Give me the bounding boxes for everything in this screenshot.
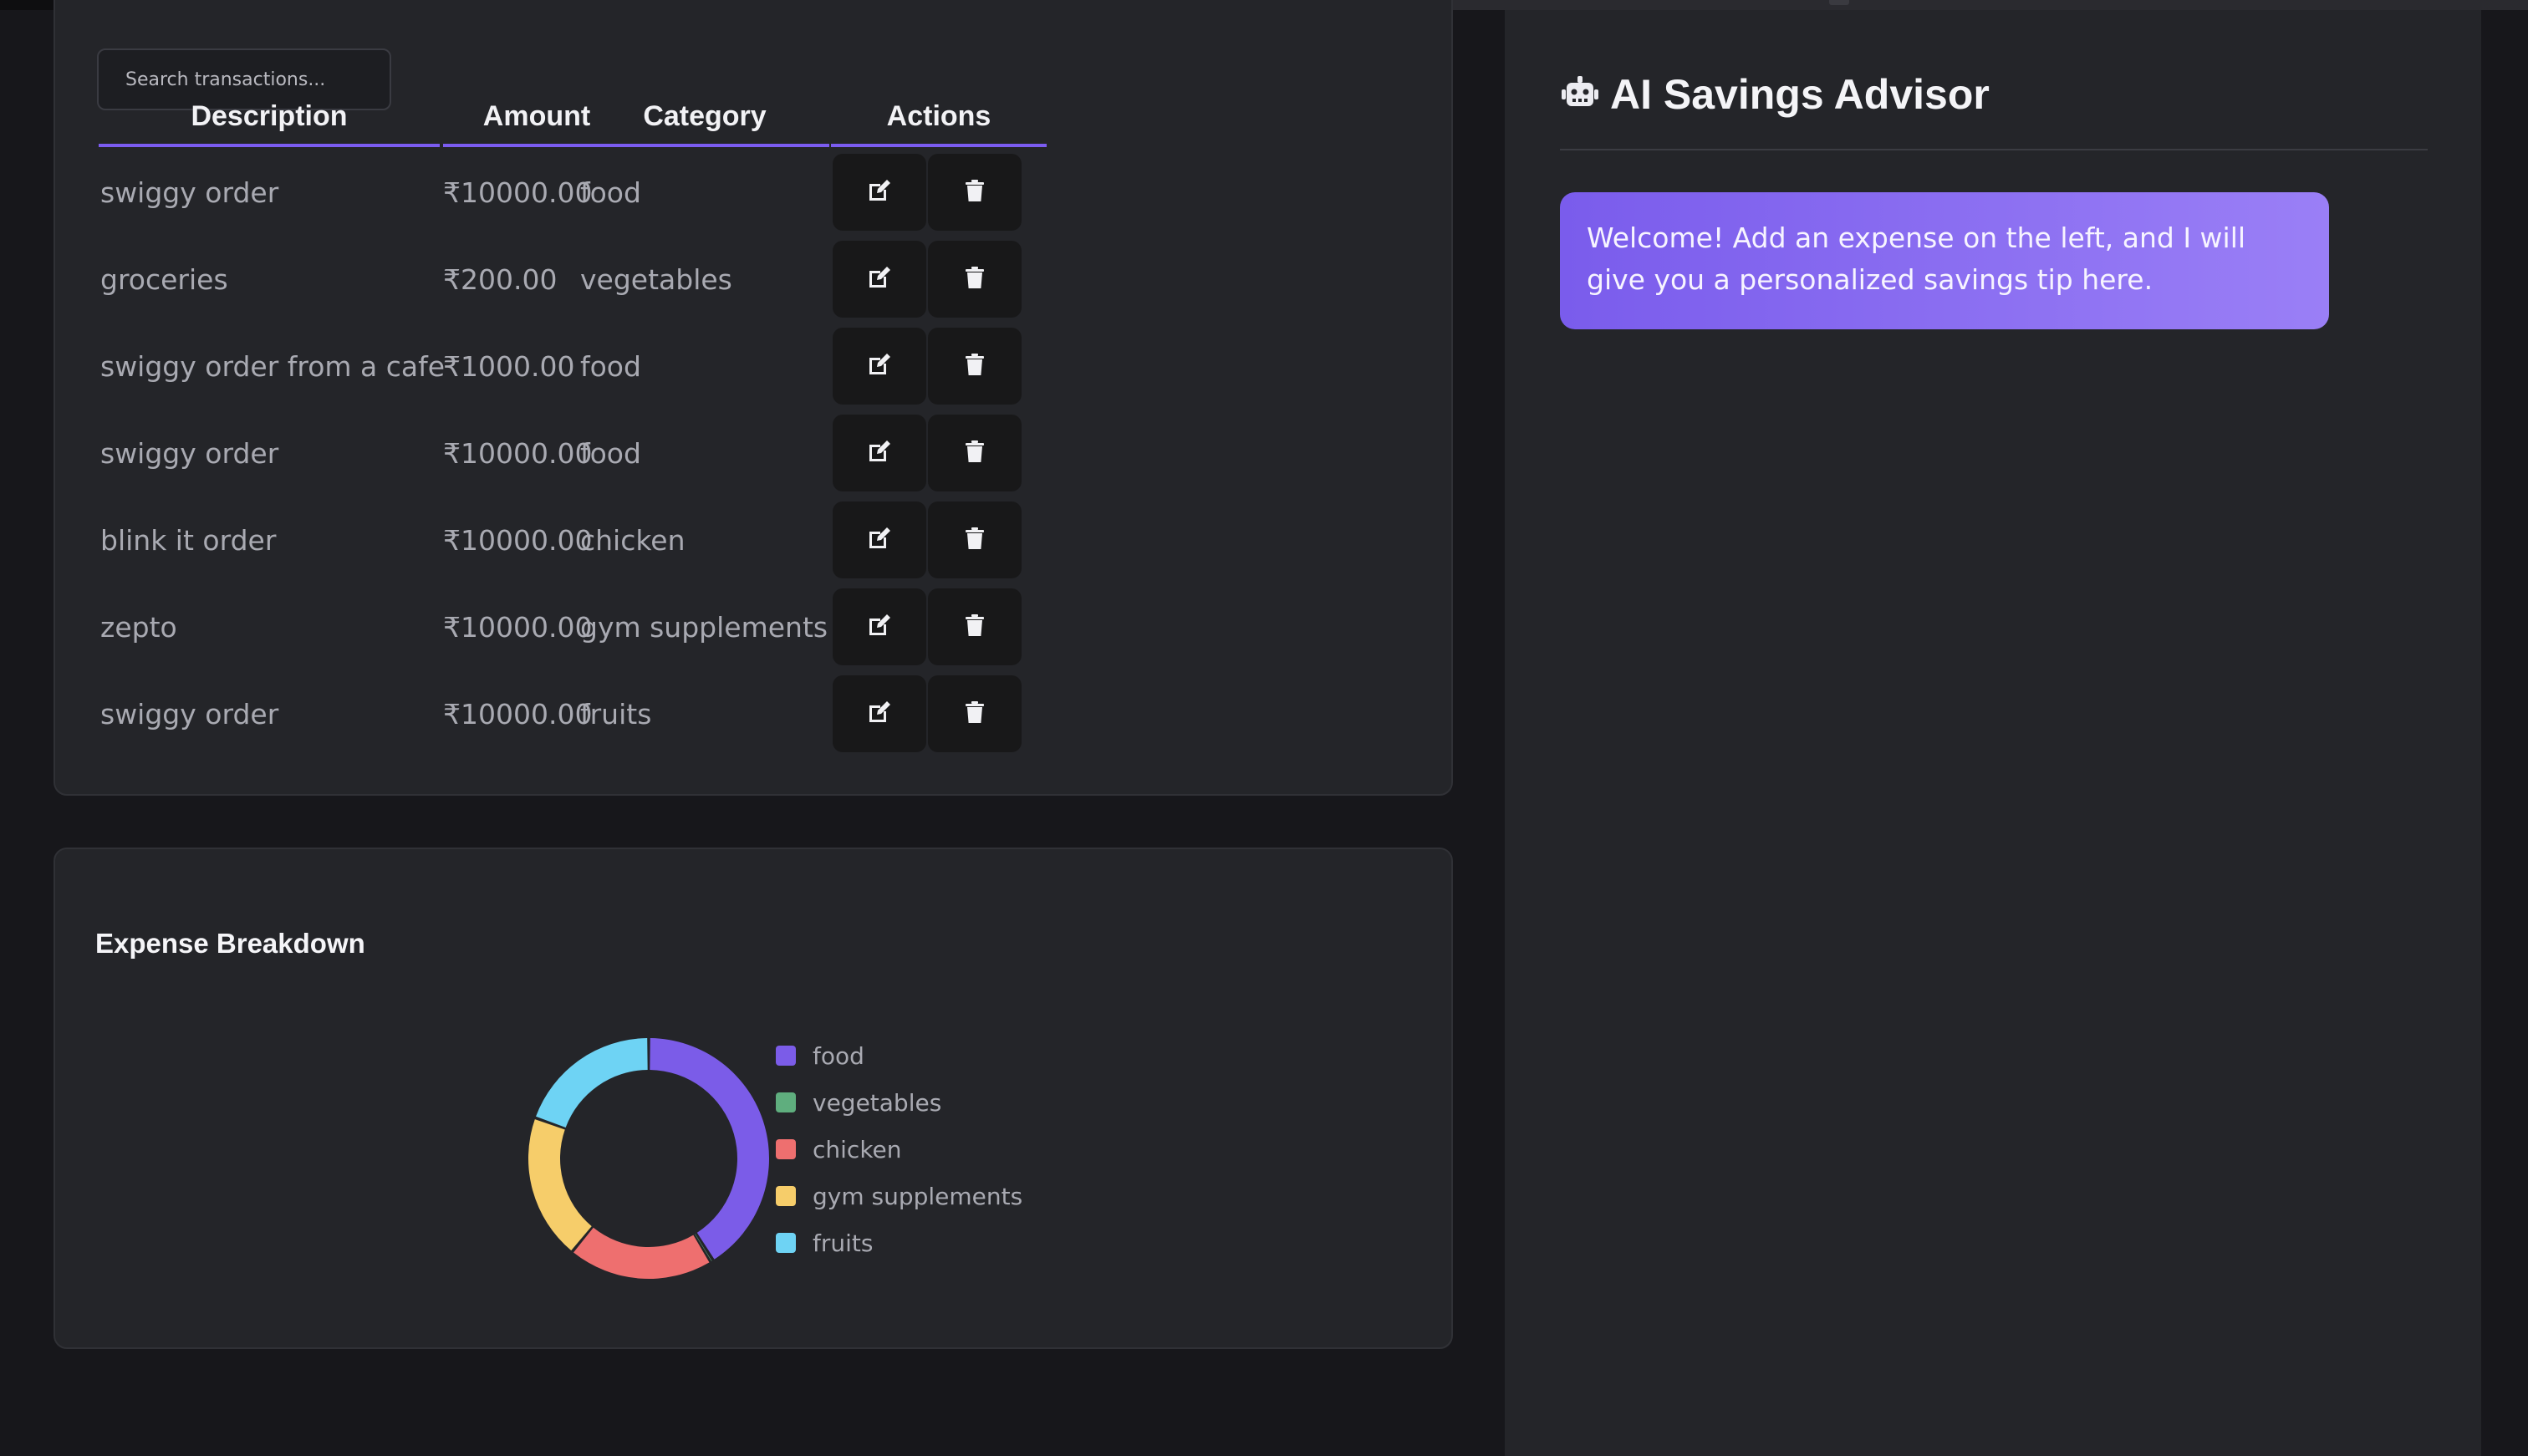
- legend-label: chicken: [813, 1135, 902, 1163]
- trash-icon: [961, 351, 988, 381]
- legend-label: vegetables: [813, 1088, 942, 1117]
- row-category: food: [580, 176, 641, 209]
- column-header-category: Category: [580, 89, 829, 147]
- row-category: food: [580, 349, 641, 383]
- trash-icon: [961, 264, 988, 294]
- delete-button[interactable]: [928, 328, 1022, 405]
- legend-item[interactable]: gym supplements: [776, 1173, 1022, 1219]
- edit-button[interactable]: [833, 328, 926, 405]
- donut-slice-gym-supplements[interactable]: [528, 1119, 592, 1251]
- row-category: gym supplements: [580, 610, 828, 644]
- legend-label: fruits: [813, 1229, 874, 1257]
- trash-icon: [961, 699, 988, 729]
- row-description: swiggy order: [100, 176, 279, 209]
- edit-icon: [866, 438, 893, 468]
- trash-icon: [961, 612, 988, 642]
- row-category: chicken: [580, 523, 686, 557]
- edit-icon: [866, 612, 893, 642]
- delete-button[interactable]: [928, 588, 1022, 665]
- edit-icon: [866, 699, 893, 729]
- row-description: swiggy order: [100, 697, 279, 731]
- trash-icon: [961, 525, 988, 555]
- legend-swatch: [776, 1046, 796, 1066]
- column-header-description: Description: [99, 89, 440, 147]
- window-right-edge: [2481, 10, 2528, 1456]
- edit-button[interactable]: [833, 154, 926, 231]
- row-description: zepto: [100, 610, 177, 644]
- donut-slice-chicken[interactable]: [573, 1227, 710, 1279]
- advisor-message-bubble: Welcome! Add an expense on the left, and…: [1560, 192, 2329, 329]
- row-category: vegetables: [580, 262, 732, 296]
- trash-icon: [961, 438, 988, 468]
- row-description: blink it order: [100, 523, 277, 557]
- edit-button[interactable]: [833, 241, 926, 318]
- row-amount: ₹10000.00: [443, 697, 593, 731]
- edit-button[interactable]: [833, 415, 926, 491]
- legend-label: gym supplements: [813, 1182, 1023, 1210]
- row-category: fruits: [580, 697, 652, 731]
- tab-marker: [1829, 0, 1849, 5]
- ai-advisor-panel: AI Savings Advisor Welcome! Add an expen…: [1505, 10, 2481, 1456]
- legend-item[interactable]: fruits: [776, 1219, 1022, 1266]
- advisor-header: AI Savings Advisor: [1560, 70, 1990, 119]
- column-header-actions: Actions: [831, 89, 1047, 147]
- divider: [1560, 149, 2428, 150]
- robot-icon: [1562, 76, 1598, 106]
- row-amount: ₹10000.00: [443, 436, 593, 470]
- delete-button[interactable]: [928, 241, 1022, 318]
- row-description: swiggy order from a cafe: [100, 349, 446, 383]
- legend-swatch: [776, 1186, 796, 1206]
- row-description: groceries: [100, 262, 228, 296]
- edit-button[interactable]: [833, 501, 926, 578]
- delete-button[interactable]: [928, 154, 1022, 231]
- trash-icon: [961, 177, 988, 207]
- edit-button[interactable]: [833, 588, 926, 665]
- expense-breakdown-card: Expense Breakdown food vegetables chicken g…: [54, 848, 1453, 1349]
- transactions-card: Description Amount Category Actions swig…: [54, 0, 1453, 796]
- legend-swatch: [776, 1139, 796, 1159]
- donut-slice-food[interactable]: [650, 1038, 769, 1260]
- edit-icon: [866, 525, 893, 555]
- legend-item[interactable]: chicken: [776, 1126, 1022, 1173]
- row-category: food: [580, 436, 641, 470]
- delete-button[interactable]: [928, 675, 1022, 752]
- legend-swatch: [776, 1092, 796, 1112]
- legend-item[interactable]: vegetables: [776, 1079, 1022, 1126]
- edit-button[interactable]: [833, 675, 926, 752]
- donut-slice-fruits[interactable]: [536, 1038, 648, 1128]
- legend-label: food: [813, 1041, 864, 1070]
- advisor-title: AI Savings Advisor: [1610, 71, 1990, 118]
- row-amount: ₹200.00: [443, 262, 558, 296]
- legend-item[interactable]: food: [776, 1032, 1022, 1079]
- row-amount: ₹1000.00: [443, 349, 575, 383]
- row-amount: ₹10000.00: [443, 610, 593, 644]
- delete-button[interactable]: [928, 415, 1022, 491]
- delete-button[interactable]: [928, 501, 1022, 578]
- chart-legend: food vegetables chicken gym supplements frui…: [776, 1032, 1022, 1266]
- expense-donut-chart: [528, 1038, 769, 1279]
- legend-swatch: [776, 1233, 796, 1253]
- edit-icon: [866, 177, 893, 207]
- chart-title: Expense Breakdown: [95, 928, 365, 959]
- edit-icon: [866, 351, 893, 381]
- row-description: swiggy order: [100, 436, 279, 470]
- row-amount: ₹10000.00: [443, 523, 593, 557]
- edit-icon: [866, 264, 893, 294]
- row-amount: ₹10000.00: [443, 176, 593, 209]
